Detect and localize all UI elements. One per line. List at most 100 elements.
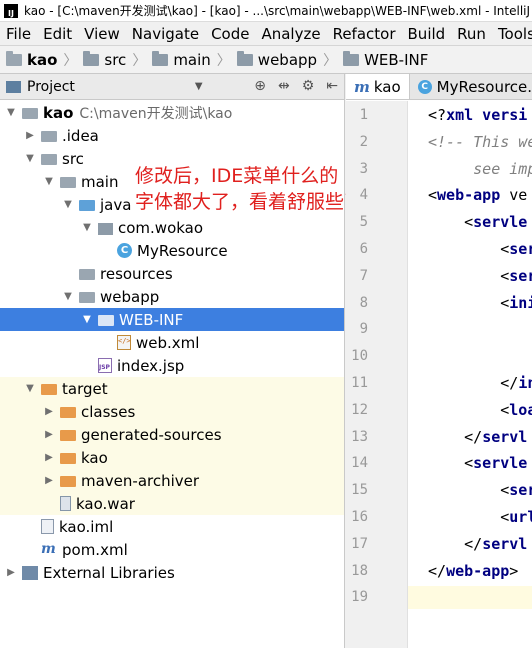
tree-node[interactable]: m pom.xml (0, 538, 344, 561)
hide-panel-icon[interactable]: ⇤ (326, 78, 338, 94)
package-icon (98, 222, 113, 235)
expand-arrow-right-icon[interactable]: ▶ (4, 567, 18, 578)
tree-node-label: maven-archiver (81, 471, 200, 490)
expand-arrow-down-icon[interactable]: ▼ (61, 291, 75, 302)
folder-icon (22, 108, 38, 119)
expand-arrow-down-icon[interactable]: ▼ (80, 314, 94, 325)
chevron-down-icon[interactable]: ▼ (195, 81, 203, 92)
tree-node[interactable]: ▶ .idea (0, 124, 344, 147)
tree-node[interactable]: ▼ webapp (0, 285, 344, 308)
tree-node[interactable]: ▶ classes (0, 400, 344, 423)
code-token: < (428, 454, 474, 473)
code-token: < (428, 240, 510, 258)
tree-node[interactable]: ▶ maven-archiver (0, 469, 344, 492)
scroll-from-source-icon[interactable]: ⊕ (254, 78, 266, 94)
tree-node[interactable]: kao.war (0, 492, 344, 515)
breadcrumb-label: src (104, 50, 127, 69)
breadcrumb-label: main (173, 50, 211, 69)
folder-icon (60, 177, 76, 188)
code-area[interactable]: <?xml versi <!-- This we see imp <web-app … (408, 101, 532, 648)
code-token: web-app (446, 561, 510, 580)
menu-refactor[interactable]: Refactor (327, 25, 402, 43)
folder-icon (41, 154, 57, 165)
expand-arrow-down-icon[interactable]: ▼ (23, 153, 37, 164)
tree-node[interactable]: ▼ kao C:\maven开发测试\kao (0, 101, 344, 124)
tree-node-label: generated-sources (81, 425, 222, 444)
menu-build[interactable]: Build (402, 25, 452, 43)
tree-node[interactable]: resources (0, 262, 344, 285)
code-token: < (428, 266, 510, 285)
code-line: <?xml versi (428, 106, 527, 124)
tree-node[interactable]: ▼ WEB-INF (0, 308, 344, 331)
breadcrumb-item[interactable]: webapp (236, 50, 317, 69)
settings-gear-icon[interactable]: ⚙ (302, 78, 315, 94)
tree-node-label: classes (81, 402, 136, 421)
expand-arrow-right-icon[interactable]: ▶ (42, 429, 56, 440)
expand-arrow-down-icon[interactable]: ▼ (23, 383, 37, 394)
excluded-folder-icon (60, 476, 76, 487)
tree-node[interactable]: ▶ generated-sources (0, 423, 344, 446)
expand-arrow-right-icon[interactable]: ▶ (42, 452, 56, 463)
tree-node-label: java (100, 195, 132, 214)
expand-arrow-down-icon[interactable]: ▼ (80, 222, 94, 233)
code-line: <ser (428, 240, 532, 258)
expand-arrow-down-icon[interactable]: ▼ (61, 199, 75, 210)
line-number: 2 (359, 133, 368, 150)
breadcrumb-item[interactable]: src (83, 50, 127, 69)
expand-arrow-down-icon[interactable]: ▼ (42, 176, 56, 187)
war-file-icon (60, 496, 71, 511)
folder-icon (79, 292, 95, 303)
tree-node-label: WEB-INF (119, 310, 184, 329)
menu-analyze[interactable]: Analyze (255, 25, 326, 43)
tree-node[interactable]: C MyResource (0, 239, 344, 262)
tree-node[interactable]: index.jsp (0, 354, 344, 377)
maven-pom-icon: m (41, 541, 56, 557)
navigation-bar: kao 〉 src 〉 main 〉 webapp 〉 WEB-INF (0, 46, 532, 74)
editor-pane: m kao C MyResource. 1 2 3 4 5 6 7 8 9 10 11 12 13 14 15 16… (346, 74, 532, 648)
code-token: servl (482, 534, 528, 553)
code-token: web-app (437, 186, 501, 205)
code-line: <servle (428, 454, 527, 472)
tree-node[interactable]: ▶ kao (0, 446, 344, 469)
code-line: </web-app> (428, 562, 518, 580)
source-folder-icon (79, 200, 95, 211)
maven-module-icon: m (354, 77, 370, 96)
editor-tab[interactable]: C MyResource. (410, 74, 532, 99)
tree-node[interactable]: kao.iml (0, 515, 344, 538)
menu-view[interactable]: View (78, 25, 126, 43)
tree-node[interactable]: ▼ target (0, 377, 344, 400)
code-line: <web-app ve (428, 186, 527, 204)
tree-node-label: kao (81, 448, 108, 467)
tree-node[interactable]: ▼ com.wokao (0, 216, 344, 239)
breadcrumb-item[interactable]: WEB-INF (343, 50, 428, 69)
collapse-all-icon[interactable]: ⇹ (278, 78, 290, 94)
editor-tab[interactable]: m kao (346, 74, 410, 99)
breadcrumb-separator-icon: 〉 (216, 52, 231, 69)
expand-arrow-right-icon[interactable]: ▶ (23, 130, 37, 141)
menu-tools[interactable]: Tools (492, 25, 532, 43)
expand-arrow-right-icon[interactable]: ▶ (42, 475, 56, 486)
editor-tab-label: kao (373, 77, 401, 96)
menu-navigate[interactable]: Navigate (126, 25, 205, 43)
code-line: <servle (428, 213, 527, 231)
tree-node[interactable]: ▶ External Libraries (0, 561, 344, 584)
expand-arrow-right-icon[interactable]: ▶ (42, 406, 56, 417)
breadcrumb-item[interactable]: main (152, 50, 211, 69)
tree-node[interactable]: web.xml (0, 331, 344, 354)
code-token: </ (428, 427, 483, 446)
breadcrumb-item[interactable]: kao (6, 50, 58, 69)
code-token: loa (509, 400, 532, 419)
code-token: url (509, 508, 532, 526)
menu-file[interactable]: File (0, 25, 37, 43)
menu-edit[interactable]: Edit (37, 25, 78, 43)
menu-code[interactable]: Code (205, 25, 255, 43)
line-number: 7 (359, 267, 368, 284)
menu-run[interactable]: Run (451, 25, 492, 43)
code-token: xml versi (446, 106, 528, 124)
folder-icon (79, 269, 95, 280)
current-line-highlight (408, 586, 532, 610)
code-token: <!-- This we (428, 132, 532, 151)
tree-node-label: kao (43, 103, 74, 122)
expand-arrow-down-icon[interactable]: ▼ (4, 107, 18, 118)
breadcrumb-label: kao (27, 50, 58, 69)
